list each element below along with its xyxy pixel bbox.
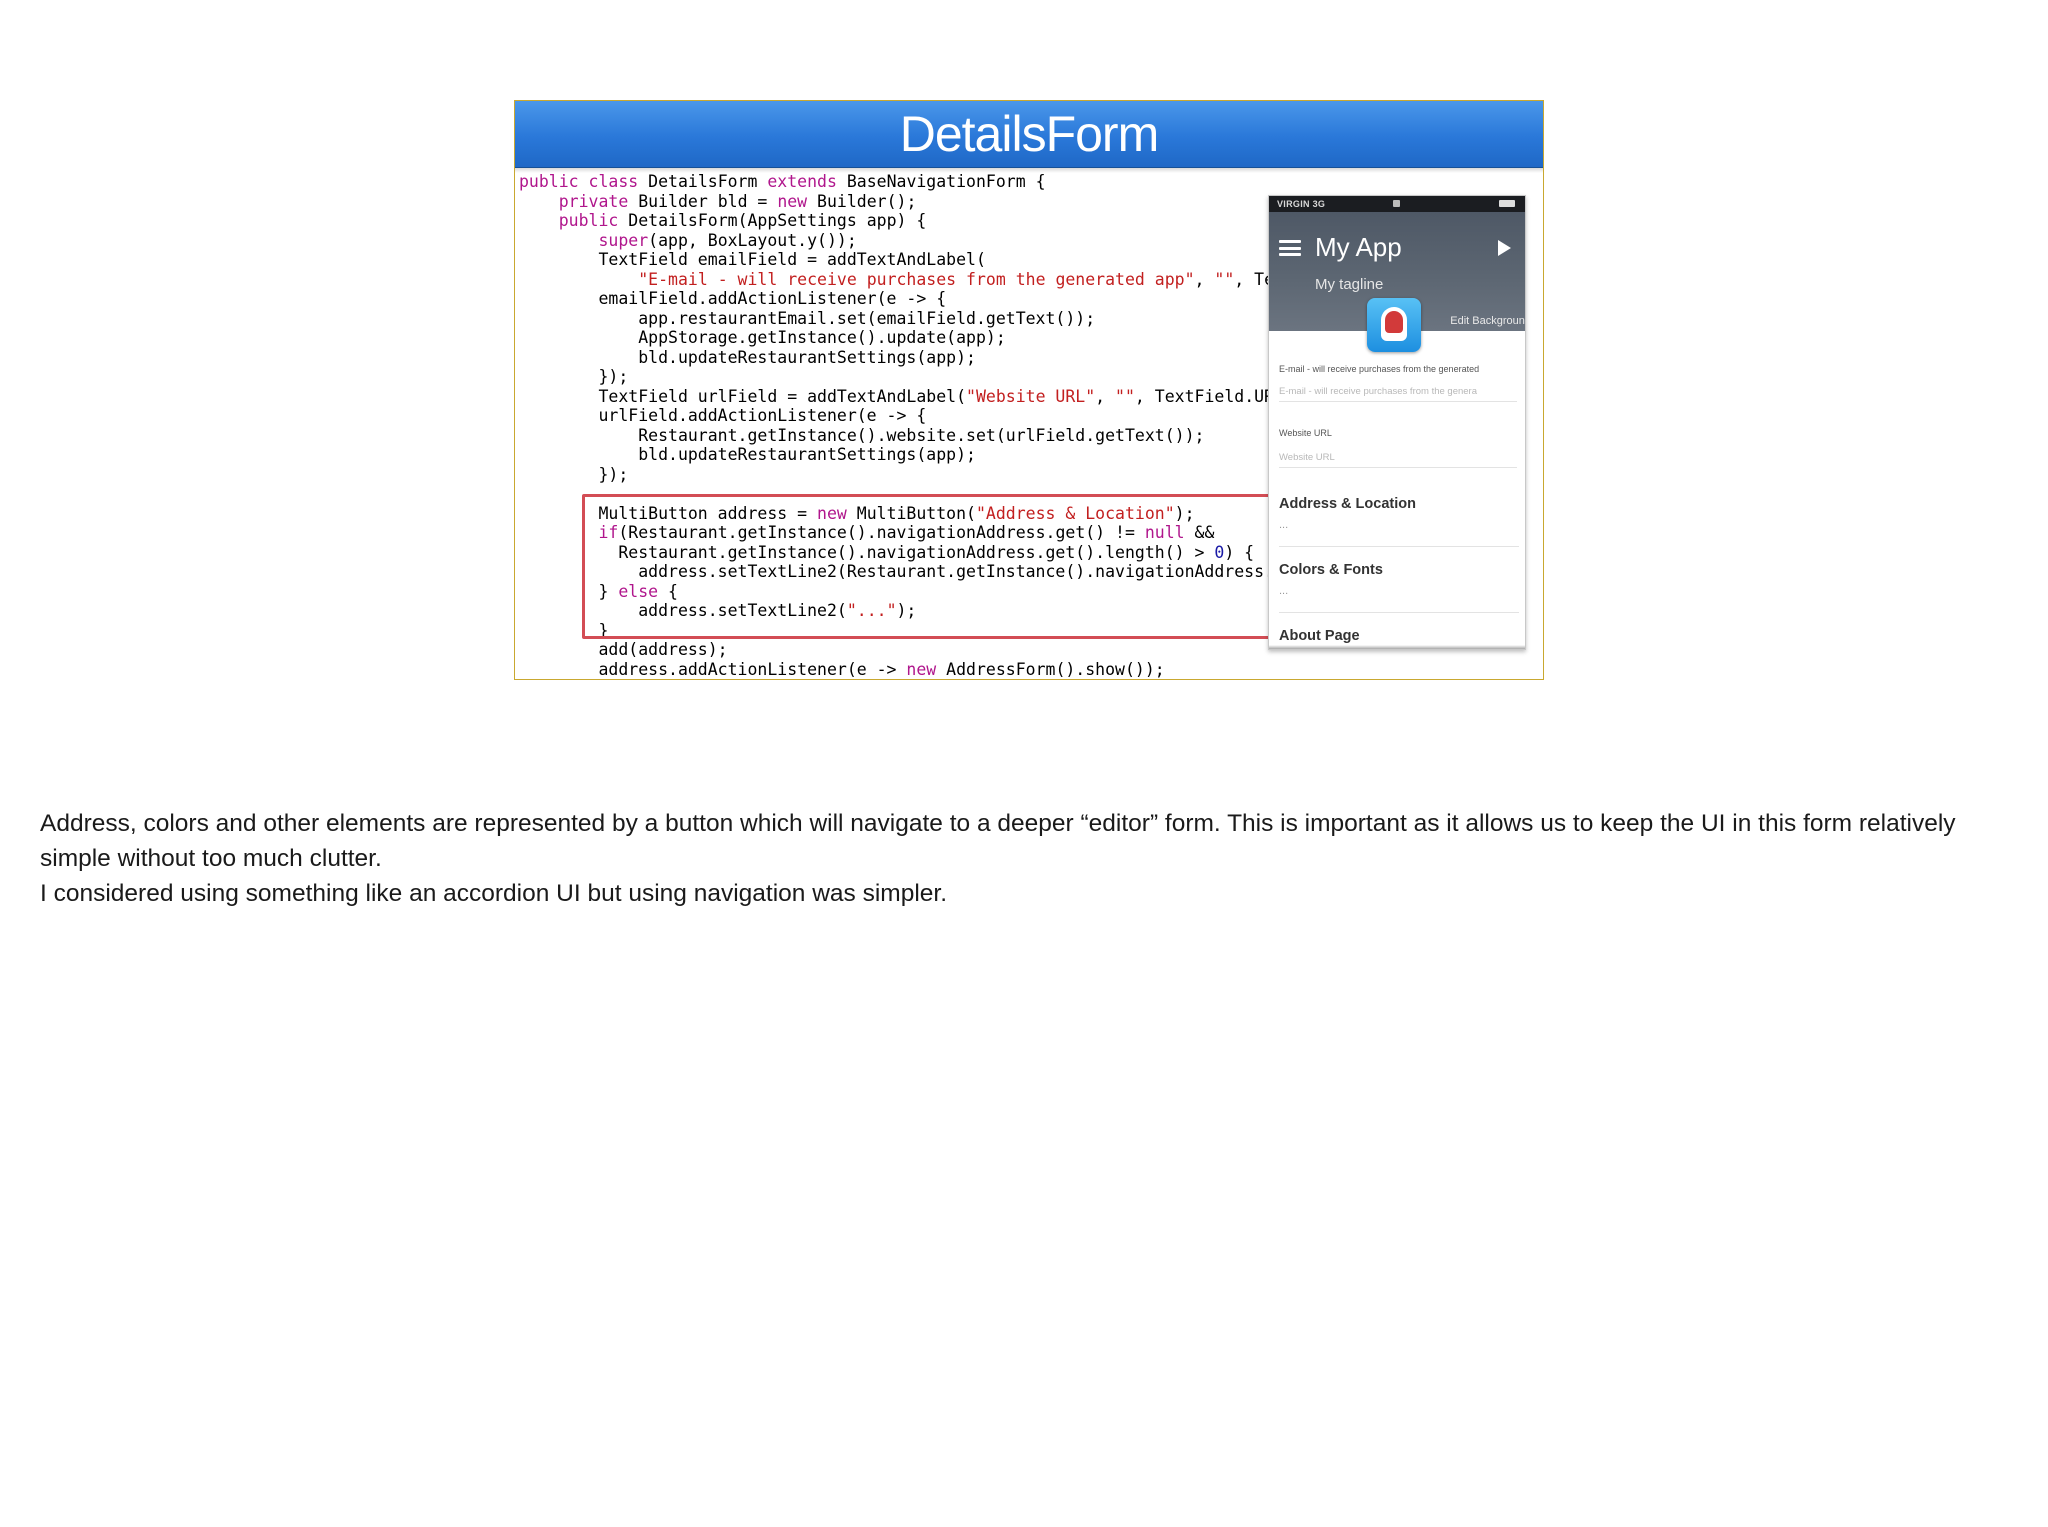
code-token: public class — [519, 172, 639, 191]
code-token: extends — [767, 172, 837, 191]
slide-notes: Address, colors and other elements are r… — [40, 806, 2010, 911]
phone-bottom-shadow — [1269, 645, 1525, 649]
code-token: "Website URL" — [966, 386, 1096, 406]
code-token: "" — [1214, 269, 1235, 289]
code-token: , — [1194, 269, 1215, 289]
hamburger-menu-icon[interactable] — [1279, 240, 1301, 256]
code-token: Builder(); — [807, 191, 917, 211]
slide-header: DetailsForm — [515, 101, 1543, 168]
code-token: emailField.addActionListener(e -> { — [519, 289, 947, 308]
app-logo-icon[interactable] — [1367, 298, 1421, 352]
code-line: address.addActionListener(e -> new Addre… — [519, 660, 1463, 680]
code-token: "E-mail - will receive purchases from th… — [638, 269, 1195, 289]
code-token: AddressForm().show()); — [936, 659, 1165, 679]
highlight-box — [582, 494, 1272, 639]
email-label: E-mail - will receive purchases from the… — [1279, 364, 1480, 374]
code-token: super — [598, 230, 649, 250]
code-token: "" — [1115, 386, 1135, 406]
code-token: public — [558, 211, 619, 230]
play-icon[interactable] — [1498, 240, 1511, 256]
code-line: public class DetailsForm extends BaseNav… — [519, 172, 1463, 192]
code-token: DetailsForm — [638, 172, 768, 191]
multibutton-title: Address & Location — [1279, 496, 1416, 512]
app-tagline: My tagline — [1315, 276, 1384, 293]
multibutton-subtitle: ... — [1279, 585, 1289, 597]
lock-icon — [1393, 200, 1400, 207]
multibutton-title: About Page — [1279, 628, 1360, 644]
code-token: Restaurant.getInstance().website.set(url… — [519, 425, 1205, 445]
code-token: BaseNavigationForm { — [836, 172, 1046, 191]
code-token: private — [558, 191, 629, 211]
mascot-body-icon — [1385, 311, 1403, 333]
code-token: bld.updateRestaurantSettings(app); — [519, 445, 976, 464]
app-title: My App — [1315, 232, 1402, 262]
code-token: }); — [519, 367, 629, 386]
notes-paragraph-1: Address, colors and other elements are r… — [40, 810, 1956, 872]
status-bar: VIRGIN 3G — [1269, 196, 1525, 212]
code-token: new — [777, 191, 808, 211]
slide-title: DetailsForm — [899, 106, 1159, 162]
code-token: bld.updateRestaurantSettings(app); — [519, 347, 976, 367]
code-token: , — [1095, 386, 1116, 406]
phone-screenshot: VIRGIN 3G My App My tagline Edit Backgro… — [1268, 195, 1526, 650]
multibutton-subtitle: ... — [1279, 519, 1289, 531]
carrier-label: VIRGIN 3G — [1277, 199, 1326, 209]
website-field[interactable]: Website URL — [1279, 452, 1517, 468]
code-token: new — [906, 659, 937, 679]
slide-frame: DetailsForm public class DetailsForm ext… — [514, 100, 1544, 680]
code-token: address.addActionListener(e -> — [519, 659, 907, 679]
edit-background-button[interactable]: Edit Background — [1450, 315, 1525, 327]
code-token: TextField urlField = addTextAndLabel( — [519, 386, 967, 406]
email-field[interactable]: E-mail - will receive purchases from the… — [1279, 386, 1517, 402]
multibutton-address[interactable]: Address & Location ... — [1279, 496, 1519, 547]
multibutton-colors[interactable]: Colors & Fonts ... — [1279, 562, 1519, 613]
code-token: app.restaurantEmail.set(emailField.getTe… — [519, 308, 1096, 328]
code-token: }); — [519, 464, 629, 484]
code-token: DetailsForm(AppSettings app) { — [618, 211, 927, 230]
code-token: add(address); — [519, 640, 728, 659]
website-label: Website URL — [1279, 428, 1332, 438]
code-token: Builder bld = — [628, 191, 778, 211]
code-token: (app, BoxLayout.y()); — [648, 230, 857, 250]
notes-paragraph-2: I considered using something like an acc… — [40, 880, 948, 907]
code-token: TextField emailField = addTextAndLabel( — [519, 250, 986, 269]
multibutton-title: Colors & Fonts — [1279, 562, 1383, 578]
code-token: urlField.addActionListener(e -> { — [519, 406, 927, 425]
battery-icon — [1499, 200, 1515, 207]
code-token: AppStorage.getInstance().update(app); — [519, 328, 1006, 347]
